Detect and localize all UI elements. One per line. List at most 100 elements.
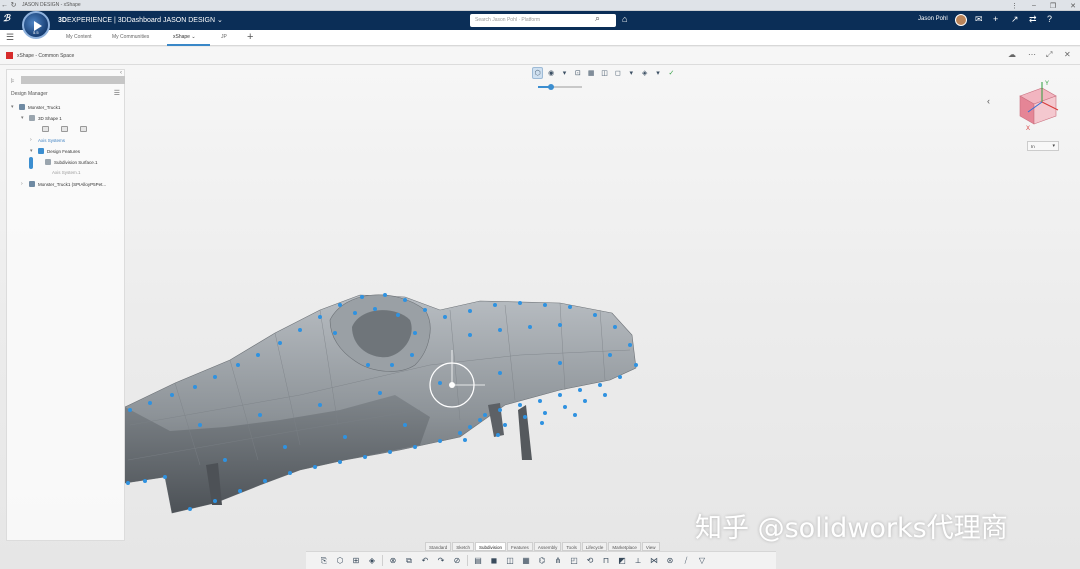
help-icon[interactable]: ? <box>1047 14 1052 24</box>
tree-node-design-features[interactable]: ▾ Design Features <box>30 148 80 154</box>
split-icon[interactable]: ⋔ <box>552 555 564 567</box>
tab-sketch[interactable]: Sketch <box>452 542 475 551</box>
expand-arrow-icon[interactable]: ▾ <box>11 104 16 110</box>
tab-view[interactable]: View <box>641 542 660 551</box>
expand-arrow-icon[interactable]: › <box>21 181 26 187</box>
cylinder-primitive-icon[interactable]: ◫ <box>504 555 516 567</box>
tenant-selector[interactable]: JASON DESIGN ⌄ <box>163 17 223 24</box>
close-window-icon[interactable]: ✕ <box>1070 2 1076 10</box>
box-primitive-icon[interactable]: ◼ <box>488 555 500 567</box>
add-icon[interactable]: + <box>993 14 998 24</box>
tab-features[interactable]: Features <box>507 542 533 551</box>
tab-lifecycle[interactable]: Lifecycle <box>581 542 608 551</box>
shape-icon <box>29 115 35 121</box>
menu-icon[interactable]: ☰ <box>6 32 14 43</box>
tree-node-subdivision-surface[interactable]: Subdivision Surface.1 <box>45 159 98 165</box>
tab-jp[interactable]: JP <box>221 34 227 40</box>
more-options-icon[interactable]: ⋯ <box>1028 50 1036 59</box>
align-icon[interactable]: ⟂ <box>632 555 644 567</box>
unit-select[interactable]: In ▾ <box>1027 141 1059 151</box>
plane-primitive-icon[interactable]: ▦ <box>520 555 532 567</box>
minimize-icon[interactable]: – <box>1032 2 1036 9</box>
tag-icon[interactable]: ⌂ <box>622 14 627 24</box>
tab-xshape[interactable]: xShape ⌄ <box>173 34 196 40</box>
cloud-icon[interactable]: ☁ <box>1008 50 1016 59</box>
validate-icon[interactable]: ✓ <box>666 67 677 79</box>
duplicate-icon[interactable]: ⧉ <box>403 555 415 567</box>
funnel-icon[interactable]: ▽ <box>696 555 708 567</box>
crease-icon[interactable]: ⊓ <box>600 555 612 567</box>
view-dropdown-icon[interactable]: ▾ <box>626 67 637 79</box>
help-tool-icon[interactable]: ⊘ <box>451 555 463 567</box>
display-icon[interactable] <box>61 126 68 132</box>
truck-body-model[interactable] <box>124 293 638 514</box>
tree-node-axis-systems[interactable]: › Axis Systems <box>30 137 65 143</box>
settings-icon[interactable] <box>80 126 87 132</box>
view-box-icon[interactable]: ◻ <box>612 67 623 79</box>
tab-subdivision[interactable]: Subdivision <box>475 542 507 551</box>
model-canvas[interactable] <box>0 65 1080 569</box>
tab-assembly[interactable]: Assembly <box>533 542 562 551</box>
panel-filter-bar[interactable] <box>21 76 125 84</box>
chat-icon[interactable]: ✉ <box>975 14 983 25</box>
restore-icon[interactable]: ❐ <box>1050 2 1056 10</box>
rotate-icon[interactable]: ⟲ <box>584 555 596 567</box>
tree-node-label: Monster_Truck1 <box>28 104 61 110</box>
tab-tools[interactable]: Tools <box>562 542 581 551</box>
search-icon[interactable]: ⌕ <box>595 13 600 24</box>
tab-standard[interactable]: Standard <box>425 542 452 551</box>
tree-node-axis-system[interactable]: Axis System.1 <box>52 170 81 175</box>
tree-node-monster-truck-part[interactable]: › Monster_Truck1 (SPIAlloyP5Pet... <box>21 181 106 187</box>
render-style-icon[interactable]: ◉ <box>545 67 556 79</box>
slash-icon[interactable]: ⧸ <box>680 555 692 567</box>
tab-marketplace[interactable]: Marketplace <box>608 542 641 551</box>
panel-menu-icon[interactable]: ☰ <box>114 89 120 97</box>
tab-my-communities[interactable]: My Communities <box>112 34 149 40</box>
tree-node-3d-shape[interactable]: ▾ 3D Shape 1 <box>21 115 62 121</box>
grid-icon[interactable]: ▦ <box>586 67 597 79</box>
layer-icon[interactable]: ◈ <box>366 555 378 567</box>
render-dropdown-icon[interactable]: ▾ <box>559 67 570 79</box>
shape-icon[interactable]: ⬡ <box>334 555 346 567</box>
refresh-icon[interactable]: ↻ <box>9 1 18 9</box>
share-icon[interactable]: ↗ <box>1011 14 1019 25</box>
redo-icon[interactable]: ↷ <box>435 555 447 567</box>
subdivide-icon[interactable]: ▤ <box>472 555 484 567</box>
expand-arrow-icon[interactable]: › <box>30 137 35 143</box>
extrude-icon[interactable]: ⌬ <box>536 555 548 567</box>
symmetry-icon[interactable]: ◩ <box>616 555 628 567</box>
undo-icon[interactable]: ↶ <box>419 555 431 567</box>
save-icon[interactable]: ⊞ <box>350 555 362 567</box>
copy-icon[interactable]: ⎘ <box>318 555 330 567</box>
expand-arrow-icon[interactable]: ▾ <box>21 115 26 121</box>
cube-dropdown-icon[interactable]: ▾ <box>652 67 663 79</box>
select-mode-icon[interactable]: ⬡ <box>532 67 544 79</box>
display-icon[interactable]: ⊡ <box>572 67 583 79</box>
expand-icon[interactable]: ⤢ <box>1046 50 1052 60</box>
zoom-slider[interactable] <box>538 84 582 90</box>
close-app-icon[interactable]: ✕ <box>1064 50 1071 59</box>
section-icon[interactable]: ◫ <box>599 67 610 79</box>
grid-toggle-icon[interactable]: ⊗ <box>387 555 399 567</box>
add-tab-icon[interactable]: + <box>247 31 253 43</box>
chevron-down-icon: ▾ <box>1052 143 1055 149</box>
tab-my-content[interactable]: My Content <box>66 34 92 40</box>
weld-icon[interactable]: ⋈ <box>648 555 660 567</box>
tree-node-monster-truck[interactable]: ▾ Monster_Truck1 <box>11 104 60 110</box>
apps-icon[interactable]: ⇄ <box>1029 14 1037 25</box>
avatar[interactable] <box>955 14 967 26</box>
more-icon[interactable]: ⋮ <box>1011 2 1018 10</box>
3d-viewport[interactable] <box>0 65 1080 569</box>
view-cube[interactable]: Y X <box>1012 78 1062 132</box>
tree-icon[interactable]: ⊧ <box>11 77 15 85</box>
cube-icon[interactable]: ◈ <box>639 67 650 79</box>
app-logo-icon <box>6 52 13 59</box>
collapse-right-icon[interactable]: ‹ <box>987 96 990 106</box>
back-icon[interactable]: ← <box>0 2 9 9</box>
sphere-icon[interactable]: ⊛ <box>664 555 676 567</box>
user-name[interactable]: Jason Pohl <box>918 16 948 22</box>
bridge-icon[interactable]: ◰ <box>568 555 580 567</box>
compass-button[interactable]: 5.5 <box>22 11 50 39</box>
expand-arrow-icon[interactable]: ▾ <box>30 148 35 154</box>
model-view-icon[interactable] <box>42 126 49 132</box>
